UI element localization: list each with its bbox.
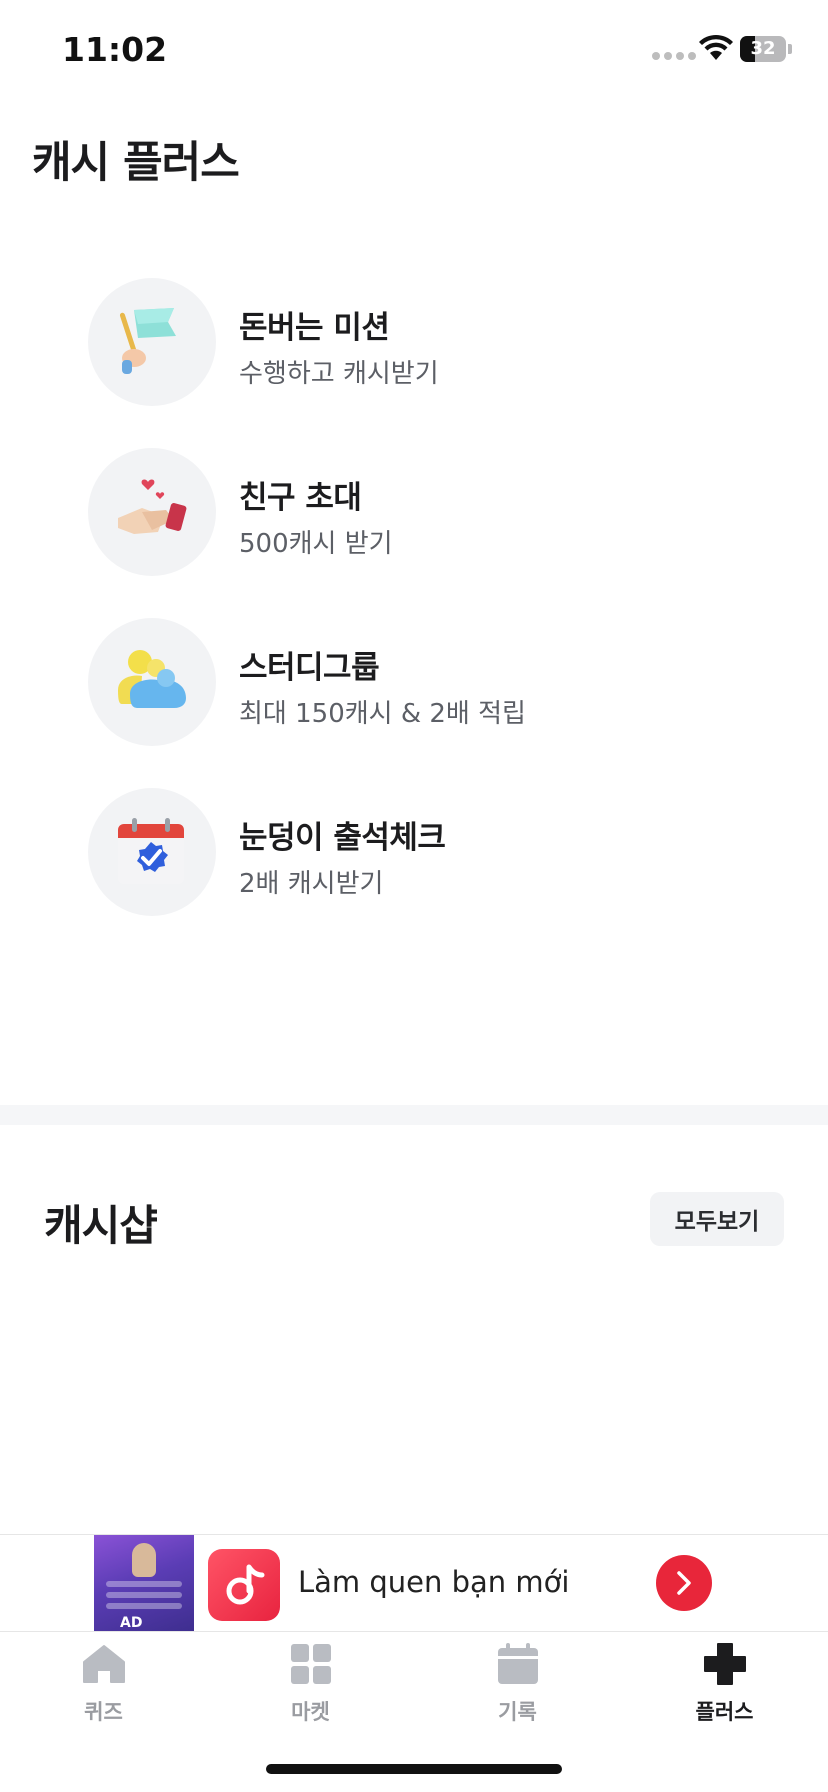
menu-item-title: 돈버는 미션 bbox=[239, 310, 390, 346]
battery-icon: 32 bbox=[740, 36, 792, 62]
status-time: 11:02 bbox=[62, 30, 168, 69]
tab-plus[interactable]: 플러스 bbox=[621, 1632, 828, 1744]
menu-item-attendance-check[interactable]: 눈덩이 출석체크 2배 캐시받기 bbox=[88, 788, 748, 918]
cellular-signal-icon bbox=[652, 52, 696, 60]
plus-icon bbox=[704, 1643, 746, 1685]
section-divider bbox=[0, 1105, 828, 1125]
ad-label: AD bbox=[120, 1615, 143, 1631]
menu-item-study-group[interactable]: 스터디그룹 최대 150캐시 & 2배 적립 bbox=[88, 618, 748, 748]
menu-item-title: 눈덩이 출석체크 bbox=[239, 820, 446, 856]
cash-shop-title: 캐시샵 bbox=[44, 1201, 158, 1250]
page-title: 캐시 플러스 bbox=[32, 138, 240, 188]
menu-item-subtitle: 500캐시 받기 bbox=[239, 529, 393, 559]
handshake-hearts-icon bbox=[88, 448, 216, 576]
ad-arrow-button[interactable] bbox=[656, 1555, 712, 1611]
flag-hand-icon bbox=[88, 278, 216, 406]
tab-history[interactable]: 기록 bbox=[414, 1632, 621, 1744]
grid-icon bbox=[291, 1644, 331, 1684]
calendar-check-icon bbox=[88, 788, 216, 916]
group-people-icon bbox=[88, 618, 216, 746]
tab-bar: 퀴즈 마켓 기록 플러스 bbox=[0, 1632, 828, 1744]
menu-item-invite-friend[interactable]: 친구 초대 500캐시 받기 bbox=[88, 448, 748, 578]
battery-percent: 32 bbox=[750, 38, 776, 59]
ad-text: Làm quen bạn mới bbox=[298, 1565, 570, 1599]
menu-item-title: 친구 초대 bbox=[239, 480, 362, 516]
tab-label: 기록 bbox=[498, 1700, 537, 1724]
menu-item-subtitle: 2배 캐시받기 bbox=[239, 869, 384, 899]
menu-item-title: 스터디그룹 bbox=[239, 650, 380, 686]
menu-item-subtitle: 최대 150캐시 & 2배 적립 bbox=[239, 699, 526, 729]
music-note-app-icon bbox=[208, 1549, 280, 1621]
tab-market[interactable]: 마켓 bbox=[207, 1632, 414, 1744]
tab-label: 플러스 bbox=[695, 1700, 754, 1724]
home-indicator bbox=[266, 1764, 562, 1774]
ad-banner[interactable]: AD Làm quen bạn mới bbox=[0, 1534, 828, 1632]
calendar-icon bbox=[498, 1643, 538, 1684]
wifi-icon bbox=[699, 34, 733, 60]
chevron-right-icon bbox=[677, 1571, 691, 1595]
tab-label: 마켓 bbox=[291, 1700, 330, 1724]
status-bar: 11:02 32 bbox=[0, 0, 828, 100]
view-all-button[interactable]: 모두보기 bbox=[650, 1192, 784, 1246]
ad-thumbnail: AD bbox=[94, 1535, 194, 1631]
tab-quiz[interactable]: 퀴즈 bbox=[0, 1632, 207, 1744]
tab-label: 퀴즈 bbox=[84, 1700, 123, 1724]
home-icon bbox=[83, 1645, 125, 1683]
menu-item-mission[interactable]: 돈버는 미션 수행하고 캐시받기 bbox=[88, 278, 748, 408]
menu-item-subtitle: 수행하고 캐시받기 bbox=[239, 359, 439, 389]
